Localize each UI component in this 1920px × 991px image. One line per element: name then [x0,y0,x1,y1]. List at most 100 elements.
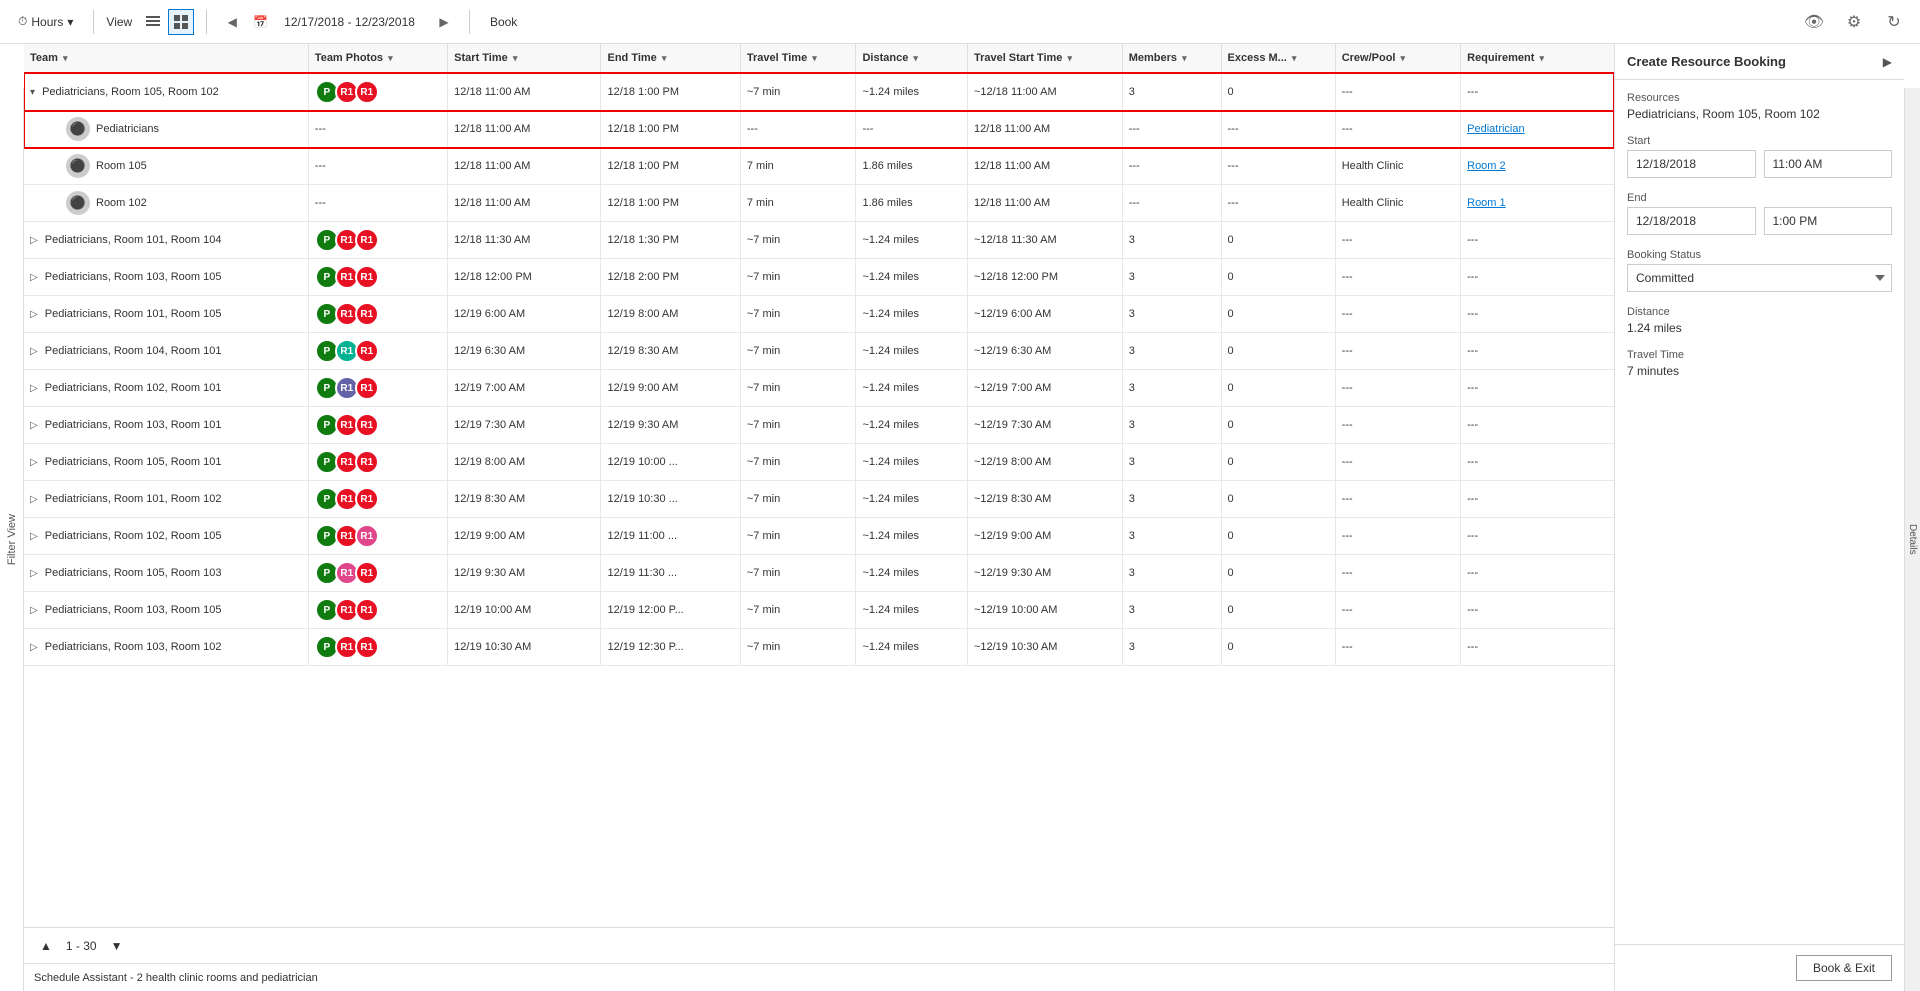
expand-btn[interactable]: ▾ [30,87,35,98]
view-label: View [106,15,132,29]
hours-dropdown[interactable]: ⏱ Hours ▾ [10,10,81,33]
view-grid-icon[interactable] [168,9,194,35]
book-btn[interactable]: Book [482,11,525,33]
col-header-crew[interactable]: Crew/Pool ▾ [1335,44,1460,73]
end-time-input[interactable] [1764,207,1893,235]
distance-cell: ~1.24 miles [856,592,968,629]
photos-cell: PR1R1 [308,370,447,407]
avatar: R1 [355,376,379,400]
table-row[interactable]: ⚫Pediatricians --- 12/18 11:00 AM 12/18 … [24,111,1614,148]
req-cell: --- [1461,222,1614,259]
filter-view-tab[interactable]: Filter View [0,88,24,991]
req-link[interactable]: Pediatrician [1467,123,1524,135]
travel-time-field: Travel Time 7 minutes [1627,349,1892,378]
expand-btn[interactable]: ▷ [30,605,38,616]
avatar: R1 [355,302,379,326]
details-tab[interactable]: Details [1904,88,1920,991]
start-date-input[interactable] [1627,150,1756,178]
expand-btn[interactable]: ▷ [30,420,38,431]
travel-cell: ~7 min [740,592,856,629]
right-panel-title: Create Resource Booking [1627,54,1786,69]
tstart-cell: ~12/19 8:00 AM [967,444,1122,481]
end-date-input[interactable] [1627,207,1756,235]
col-header-tstart[interactable]: Travel Start Time ▾ [967,44,1122,73]
distance-cell: ~1.24 miles [856,370,968,407]
distance-cell: ~1.24 miles [856,222,968,259]
expand-btn[interactable]: ▷ [30,642,38,653]
col-header-req[interactable]: Requirement ▾ [1461,44,1614,73]
expand-btn[interactable]: ▷ [30,235,38,246]
table-row[interactable]: ▷ Pediatricians, Room 102, Room 105 PR1R… [24,518,1614,555]
table-row[interactable]: ▷ Pediatricians, Room 104, Room 101 PR1R… [24,333,1614,370]
excess-cell: 0 [1221,518,1335,555]
distance-cell: ~1.24 miles [856,73,968,111]
table-row[interactable]: ▷ Pediatricians, Room 105, Room 101 PR1R… [24,444,1614,481]
view-list-icon[interactable] [140,9,166,35]
date-prev-btn[interactable]: ◀ [219,9,245,35]
start-time-input[interactable] [1764,150,1893,178]
travel-cell: ~7 min [740,333,856,370]
table-row[interactable]: ▷ Pediatricians, Room 101, Room 105 PR1R… [24,296,1614,333]
crew-cell: --- [1335,222,1460,259]
members-cell: --- [1122,148,1221,185]
req-cell: --- [1461,444,1614,481]
members-cell: 3 [1122,259,1221,296]
col-header-end[interactable]: End Time ▾ [601,44,740,73]
table-row[interactable]: ▾ Pediatricians, Room 105, Room 102 PR1R… [24,73,1614,111]
distance-cell: ~1.24 miles [856,518,968,555]
col-header-start[interactable]: Start Time ▾ [448,44,601,73]
table-row[interactable]: ▷ Pediatricians, Room 103, Room 102 PR1R… [24,629,1614,666]
table-row[interactable]: ▷ Pediatricians, Room 103, Room 105 PR1R… [24,592,1614,629]
crew-cell: Health Clinic [1335,185,1460,222]
end-cell: 12/18 1:00 PM [601,148,740,185]
settings-icon[interactable]: ⚙ [1838,6,1870,38]
pagination-prev[interactable]: ▲ [34,937,58,955]
req-link[interactable]: Room 2 [1467,160,1506,172]
team-name: Room 105 [96,160,147,172]
table-row[interactable]: ▷ Pediatricians, Room 105, Room 103 PR1R… [24,555,1614,592]
booking-status-select[interactable]: Committed Tentative Hard [1627,264,1892,292]
expand-btn[interactable]: ▷ [30,568,38,579]
col-header-photos[interactable]: Team Photos ▾ [308,44,447,73]
distance-sort-icon: ▾ [913,53,918,63]
expand-btn[interactable]: ▷ [30,457,38,468]
pagination-next[interactable]: ▼ [105,937,129,955]
expand-btn[interactable]: ▷ [30,346,38,357]
book-exit-btn[interactable]: Book & Exit [1796,955,1892,981]
col-header-members[interactable]: Members ▾ [1122,44,1221,73]
table-row[interactable]: ▷ Pediatricians, Room 101, Room 102 PR1R… [24,481,1614,518]
table-row[interactable]: ▷ Pediatricians, Room 103, Room 101 PR1R… [24,407,1614,444]
distance-cell: ~1.24 miles [856,629,968,666]
expand-btn[interactable]: ▷ [30,383,38,394]
table-row[interactable]: ▷ Pediatricians, Room 103, Room 105 PR1R… [24,259,1614,296]
eye-icon[interactable]: 👁 [1798,6,1830,38]
table-row[interactable]: ⚫Room 105 --- 12/18 11:00 AM 12/18 1:00 … [24,148,1614,185]
col-header-excess[interactable]: Excess M... ▾ [1221,44,1335,73]
table-row[interactable]: ⚫Room 102 --- 12/18 11:00 AM 12/18 1:00 … [24,185,1614,222]
start-cell: 12/19 7:30 AM [448,407,601,444]
end-cell: 12/18 1:00 PM [601,185,740,222]
col-header-team[interactable]: Team ▾ [24,44,308,73]
expand-btn[interactable]: ▷ [30,494,38,505]
end-cell: 12/19 11:30 ... [601,555,740,592]
team-cell: ▷ Pediatricians, Room 102, Room 101 [24,370,308,407]
date-next-btn[interactable]: ▶ [431,9,457,35]
start-cell: 12/19 7:00 AM [448,370,601,407]
travel-cell: ~7 min [740,555,856,592]
expand-btn[interactable]: ▷ [30,309,38,320]
expand-btn[interactable]: ▷ [30,272,38,283]
col-header-travel[interactable]: Travel Time ▾ [740,44,856,73]
avatar: R1 [355,228,379,252]
right-panel-expand-btn[interactable]: ▶ [1883,55,1892,69]
pagination-bar: ▲ 1 - 30 ▼ [24,927,1614,963]
table-row[interactable]: ▷ Pediatricians, Room 101, Room 104 PR1R… [24,222,1614,259]
expand-btn[interactable]: ▷ [30,531,38,542]
team-cell: ▷ Pediatricians, Room 101, Room 105 [24,296,308,333]
req-cell: --- [1461,481,1614,518]
col-header-distance[interactable]: Distance ▾ [856,44,968,73]
end-cell: 12/19 10:30 ... [601,481,740,518]
refresh-icon[interactable]: ↻ [1878,6,1910,38]
table-row[interactable]: ▷ Pediatricians, Room 102, Room 101 PR1R… [24,370,1614,407]
tstart-cell: ~12/19 9:30 AM [967,555,1122,592]
req-link[interactable]: Room 1 [1467,197,1506,209]
